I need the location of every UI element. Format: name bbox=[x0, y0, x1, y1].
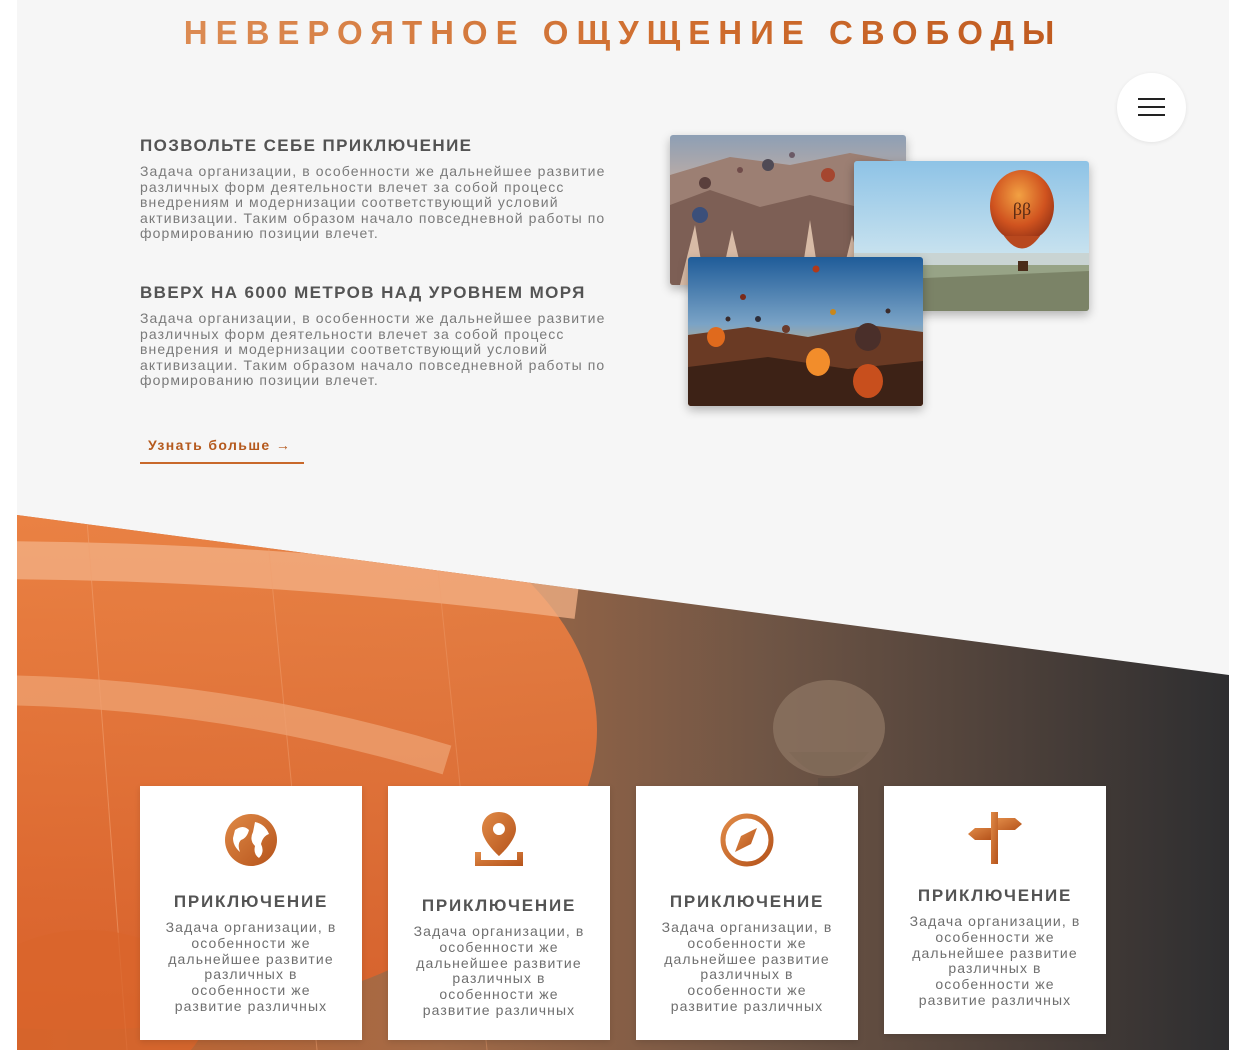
signpost-icon bbox=[968, 812, 1022, 864]
feature-text: Задача организации, в особенности же дал… bbox=[413, 923, 585, 1018]
learn-more-link[interactable]: Узнать больше → bbox=[140, 432, 304, 464]
intro-block-adventure: ПОЗВОЛЬТЕ СЕБЕ ПРИКЛЮЧЕНИЕ Задача органи… bbox=[140, 136, 620, 242]
feature-text: Задача организации, в особенности же дал… bbox=[909, 913, 1081, 1008]
landing-page: НЕВЕРОЯТНОЕ ОЩУЩЕНИЕ СВОБОДЫ ПОЗВОЛЬТЕ С… bbox=[17, 0, 1229, 1050]
svg-text:ββ: ββ bbox=[1013, 199, 1031, 219]
map-pin-icon bbox=[475, 812, 523, 866]
hamburger-menu-icon-line bbox=[1138, 114, 1165, 116]
intro-block-altitude: ВВЕРХ НА 6000 МЕТРОВ НАД УРОВНЕМ МОРЯ За… bbox=[140, 283, 620, 389]
feature-card-globe: ПРИКЛЮЧЕНИЕ Задача организации, в особен… bbox=[140, 786, 362, 1040]
menu-button[interactable] bbox=[1117, 73, 1186, 142]
feature-card-compass: ПРИКЛЮЧЕНИЕ Задача организации, в особен… bbox=[636, 786, 858, 1040]
hamburger-menu-icon-line bbox=[1138, 106, 1165, 108]
feature-text: Задача организации, в особенности же дал… bbox=[661, 919, 833, 1014]
globe-icon bbox=[225, 814, 277, 866]
intro-heading: ПОЗВОЛЬТЕ СЕБЕ ПРИКЛЮЧЕНИЕ bbox=[140, 136, 473, 155]
intro-heading: ВВЕРХ НА 6000 МЕТРОВ НАД УРОВНЕМ МОРЯ bbox=[140, 283, 586, 302]
feature-title: ПРИКЛЮЧЕНИЕ bbox=[669, 892, 825, 911]
feature-title: ПРИКЛЮЧЕНИЕ bbox=[917, 886, 1073, 905]
learn-more-label: Узнать больше → bbox=[148, 437, 292, 453]
feature-card-location: ПРИКЛЮЧЕНИЕ Задача организации, в особен… bbox=[388, 786, 610, 1040]
feature-text: Задача организации, в особенности же дал… bbox=[165, 919, 337, 1014]
compass-icon bbox=[720, 813, 774, 867]
feature-title: ПРИКЛЮЧЕНИЕ bbox=[173, 892, 329, 911]
intro-text: Задача организации, в особенности же дал… bbox=[140, 163, 606, 241]
photo-sunset-balloons bbox=[688, 257, 923, 406]
feature-card-signpost: ПРИКЛЮЧЕНИЕ Задача организации, в особен… bbox=[884, 786, 1106, 1034]
hero-title: НЕВЕРОЯТНОЕ ОЩУЩЕНИЕ СВОБОДЫ bbox=[17, 14, 1229, 52]
feature-title: ПРИКЛЮЧЕНИЕ bbox=[421, 896, 577, 915]
hamburger-menu-icon bbox=[1138, 98, 1165, 100]
intro-text: Задача организации, в особенности же дал… bbox=[140, 310, 606, 388]
